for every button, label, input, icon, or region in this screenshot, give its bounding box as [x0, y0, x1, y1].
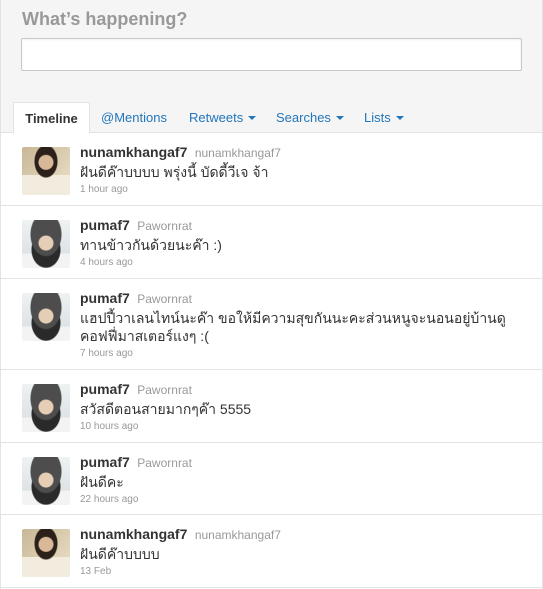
full-name: Pawornrat [137, 219, 192, 233]
tab-timeline-label: Timeline [25, 111, 78, 126]
tweet-content: nunamkhangaf7 nunamkhangaf7 ฝันดีค๊าบบบบ… [80, 144, 532, 195]
tweet-timestamp-link[interactable]: 7 hours ago [80, 348, 532, 359]
avatar[interactable] [22, 457, 70, 505]
tweet-content: nunamkhangaf7 nunamkhangaf7 ฝันดีค๊าบบบบ… [80, 526, 532, 577]
tweet-meta: nunamkhangaf7 nunamkhangaf7 [80, 526, 532, 544]
tweet-meta: pumaf7 Pawornrat [80, 381, 532, 399]
tab-lists-label: Lists [364, 110, 391, 125]
screen-name-link[interactable]: pumaf7 [80, 381, 130, 397]
tweet-meta: pumaf7 Pawornrat [80, 290, 532, 308]
screen-name-link[interactable]: pumaf7 [80, 217, 130, 233]
tweet-item[interactable]: pumaf7 Pawornrat ทานข้าวกันด้วยนะค๊า :) … [1, 206, 542, 279]
tweet-timestamp-link[interactable]: 1 hour ago [80, 184, 532, 195]
tweet-meta: pumaf7 Pawornrat [80, 217, 532, 235]
full-name: Pawornrat [137, 383, 192, 397]
tweet-content: pumaf7 Pawornrat สวัสดีตอนสายมากๆค๊า 555… [80, 381, 532, 432]
tab-searches-label: Searches [276, 110, 331, 125]
tab-searches[interactable]: Searches [276, 102, 344, 133]
full-name: nunamkhangaf7 [194, 528, 281, 542]
chevron-down-icon [395, 115, 404, 120]
tweet-timestamp-link[interactable]: 10 hours ago [80, 421, 532, 432]
tweet-content: pumaf7 Pawornrat ทานข้าวกันด้วยนะค๊า :) … [80, 217, 532, 268]
compose-title: What’s happening? [22, 9, 188, 29]
tweet-input[interactable] [21, 38, 522, 71]
tab-mentions-label: @Mentions [101, 110, 167, 125]
tab-timeline[interactable]: Timeline [13, 102, 90, 134]
tweet-item[interactable]: nunamkhangaf7 nunamkhangaf7 ฝันดีค๊าบบบบ… [1, 133, 542, 206]
tweet-item[interactable]: pumaf7 Pawornrat สวัสดีตอนสายมากๆค๊า 555… [1, 370, 542, 443]
tweet-text: ฝันดีค๊าบบบบ [80, 546, 160, 562]
compose-box: What’s happening? [1, 0, 542, 101]
chevron-down-icon [335, 115, 344, 120]
timeline: nunamkhangaf7 nunamkhangaf7 ฝันดีค๊าบบบบ… [1, 133, 542, 588]
tweet-text: ทานข้าวกันด้วยนะค๊า :) [80, 237, 222, 253]
tweet-meta: pumaf7 Pawornrat [80, 454, 532, 472]
tweet-timestamp-link[interactable]: 13 Feb [80, 566, 532, 577]
tweet-content: pumaf7 Pawornrat ฝันดีคะ 22 hours ago [80, 454, 532, 505]
full-name: Pawornrat [137, 456, 192, 470]
screen-name-link[interactable]: pumaf7 [80, 454, 130, 470]
full-name: Pawornrat [137, 292, 192, 306]
avatar[interactable] [22, 384, 70, 432]
tweet-item[interactable]: pumaf7 Pawornrat แฮปปี้วาเลนไทน์นะค๊า ขอ… [1, 279, 542, 370]
tweet-item[interactable]: nunamkhangaf7 nunamkhangaf7 ฝันดีค๊าบบบบ… [1, 515, 542, 588]
chevron-down-icon [248, 115, 257, 120]
tweet-content: pumaf7 Pawornrat แฮปปี้วาเลนไทน์นะค๊า ขอ… [80, 290, 532, 359]
tweet-text: แฮปปี้วาเลนไทน์นะค๊า ขอให้มีความสุขกันนะ… [80, 310, 506, 344]
avatar[interactable] [22, 147, 70, 195]
twitter-home-panel: What’s happening? Timeline @Mentions Ret… [0, 0, 543, 589]
tab-retweets[interactable]: Retweets [189, 102, 257, 133]
tweet-timestamp-link[interactable]: 4 hours ago [80, 257, 532, 268]
screen-name-link[interactable]: pumaf7 [80, 290, 130, 306]
tweet-timestamp-link[interactable]: 22 hours ago [80, 494, 532, 505]
tweet-text: ฝันดีคะ [80, 474, 124, 490]
tweet-text: สวัสดีตอนสายมากๆค๊า 5555 [80, 401, 252, 417]
screen-name-link[interactable]: nunamkhangaf7 [80, 526, 187, 542]
screen-name-link[interactable]: nunamkhangaf7 [80, 144, 187, 160]
tweet-item[interactable]: pumaf7 Pawornrat ฝันดีคะ 22 hours ago [1, 443, 542, 515]
full-name: nunamkhangaf7 [194, 146, 281, 160]
tab-retweets-label: Retweets [189, 110, 244, 125]
avatar[interactable] [22, 293, 70, 341]
avatar[interactable] [22, 220, 70, 268]
tab-mentions[interactable]: @Mentions [101, 102, 167, 133]
tweet-text: ฝันดีค๊าบบบบ พรุ่งนี้ บัดดี้วีเจ จ้า [80, 164, 269, 180]
tab-lists[interactable]: Lists [364, 102, 404, 133]
avatar[interactable] [22, 529, 70, 577]
tweet-meta: nunamkhangaf7 nunamkhangaf7 [80, 144, 532, 162]
